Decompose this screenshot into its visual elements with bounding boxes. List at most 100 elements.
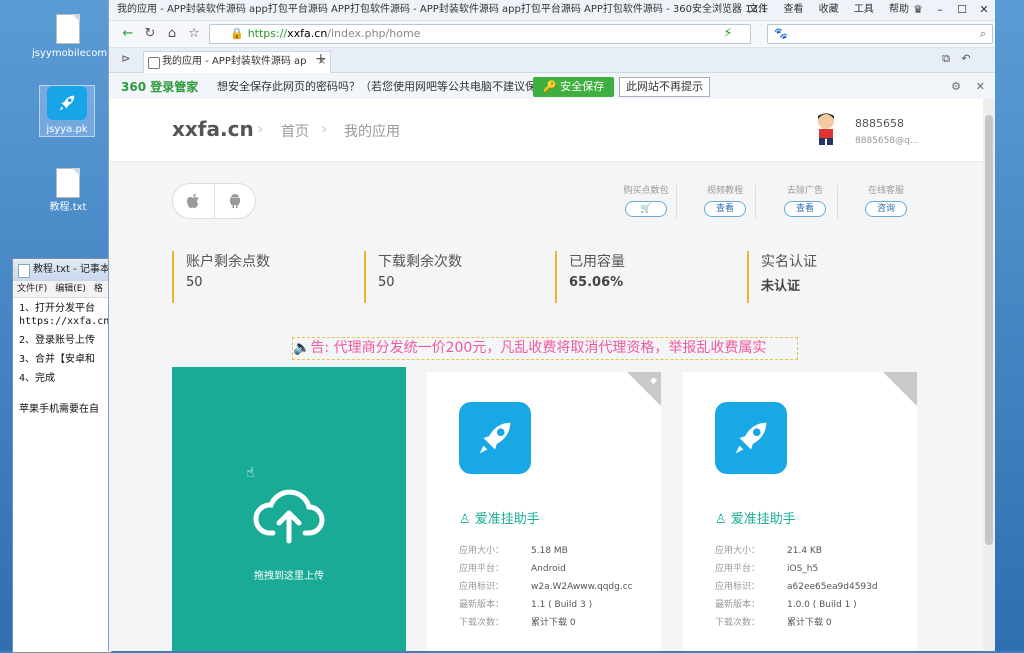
stat-value[interactable]: 未认证: [761, 275, 817, 294]
undo-icon[interactable]: ↶: [957, 50, 975, 68]
menu-item[interactable]: 编辑(E): [55, 284, 86, 294]
info-value: 累计下载 0: [787, 618, 832, 628]
app-name-text: 爱准挂助手: [730, 512, 796, 527]
window-title: 我的应用 - APP封装软件源码 app打包平台源码 APP打包软件源码 - A…: [117, 4, 768, 15]
address-bar[interactable]: 🔒 https://xxfa.cn/index.php/home: [209, 24, 751, 44]
stat-remaining-points: 账户剩余点数 50: [172, 251, 270, 303]
quick-link-label: 购买点数包: [623, 186, 669, 196]
menu-item[interactable]: 文件(F): [17, 284, 47, 294]
desktop-icon-label: jsyymobilecomig: [32, 48, 117, 59]
pw-logo: 360 登录管家: [121, 80, 199, 94]
restore-icon[interactable]: ⧉: [937, 50, 955, 68]
menu-tools[interactable]: 工具: [854, 4, 874, 15]
rocket-icon: [459, 402, 531, 474]
text-line: https://xxfa.cn: [19, 316, 110, 327]
quick-link-label: 去除广告: [786, 186, 823, 196]
never-ask-button[interactable]: 此网站不再提示: [619, 77, 710, 97]
text-line: 2、登录账号上传: [19, 335, 96, 346]
search-icon[interactable]: ⌕: [980, 25, 986, 43]
android-icon[interactable]: [215, 184, 256, 218]
gear-icon[interactable]: ⚙: [951, 73, 961, 101]
sidebar-toggle-icon[interactable]: ⊳: [117, 50, 135, 68]
info-key: 下载次数：: [715, 618, 761, 628]
stat-label: 账户剩余点数: [186, 254, 270, 270]
info-key: 应用标识：: [715, 582, 761, 592]
desktop-icon-txt[interactable]: 教程.txt: [32, 168, 104, 214]
maximize-icon[interactable]: ☐: [951, 0, 973, 20]
consult-button[interactable]: 咨询: [865, 201, 907, 217]
home-icon[interactable]: ⌂: [163, 25, 181, 43]
breadcrumb-home[interactable]: 首页: [281, 121, 309, 141]
menu-item[interactable]: 格: [94, 284, 103, 294]
divider: [676, 185, 677, 219]
back-icon[interactable]: ←: [119, 25, 137, 43]
stat-value: 50: [186, 275, 203, 290]
minimize-icon[interactable]: –: [929, 0, 951, 20]
cart-button[interactable]: 🛒: [625, 201, 667, 217]
tab-title: 我的应用 - APP封装软件源码 ap: [162, 56, 307, 67]
page-content: xxfa.cn › 首页 › 我的应用 8885658 8885658@q...…: [109, 99, 983, 651]
refresh-icon[interactable]: ↻: [141, 25, 159, 43]
scrollbar-thumb[interactable]: [985, 115, 993, 545]
lock-icon: 🔒: [230, 27, 244, 40]
user-name[interactable]: 8885658: [855, 117, 904, 130]
close-icon[interactable]: ✕: [976, 73, 985, 101]
text-line: 1、打开分发平台: [19, 303, 96, 314]
menu-help[interactable]: 帮助: [889, 4, 909, 15]
info-key: 应用平台：: [715, 564, 761, 574]
divider: [837, 185, 838, 219]
notepad-title: 教程.txt - 记事本: [13, 259, 111, 281]
app-info: 应用大小： 21.4 KB 应用平台： iOS_h5 应用标识： a62ee65ea9…: [715, 542, 878, 632]
android-icon: ◆: [650, 376, 657, 386]
skin-icon[interactable]: ♛: [907, 0, 929, 20]
menu-favorites[interactable]: 收藏: [819, 4, 839, 15]
breadcrumb-current: 我的应用: [344, 124, 400, 140]
desktop-icon-apk[interactable]: jsyya.pk: [39, 85, 95, 137]
avatar[interactable]: [811, 111, 841, 147]
info-row: 应用大小： 5.18 MB: [459, 542, 633, 560]
info-value: 累计下载 0: [531, 618, 576, 628]
navigation-bar: ← ↻ ⌂ ☆ 🔒 https://xxfa.cn/index.php/home …: [109, 21, 995, 48]
close-icon[interactable]: ✕: [973, 0, 995, 20]
search-box[interactable]: 🐾 ⌕: [767, 24, 993, 44]
star-icon[interactable]: ☆: [185, 25, 203, 43]
menu-view[interactable]: 查看: [783, 4, 803, 15]
menu-file[interactable]: 文件: [748, 4, 768, 15]
quick-link-label: 视频教程: [706, 186, 743, 196]
apple-icon[interactable]: [173, 184, 215, 218]
tab-my-apps[interactable]: 我的应用 - APP封装软件源码 ap ×: [143, 51, 331, 73]
info-row: 应用标识： w2a.W2Awww.qqdg.cc: [459, 578, 633, 596]
site-logo[interactable]: xxfa.cn: [172, 117, 254, 141]
info-value: w2a.W2Awww.qqdg.cc: [531, 582, 633, 592]
file-icon: [56, 168, 80, 198]
desktop-icon-file[interactable]: jsyymobilecomig: [32, 14, 117, 60]
safe-save-label: 安全保存: [560, 80, 605, 93]
pw-question: 想安全保存此网页的密码吗？（若您使用网吧等公共电脑不建议保存）: [217, 80, 558, 93]
speaker-icon: 🔈: [293, 340, 311, 356]
browser-window: 我的应用 - APP封装软件源码 app打包平台源码 APP打包软件源码 - A…: [108, 0, 995, 651]
upload-dropzone[interactable]: 拖拽到这里上传: [172, 367, 406, 651]
browser-titlebar: 我的应用 - APP封装软件源码 app打包平台源码 APP打包软件源码 - A…: [109, 0, 995, 21]
safe-save-button[interactable]: 🔑 安全保存: [533, 77, 615, 97]
divider: [755, 185, 756, 219]
stat-label: 已用容量: [569, 254, 625, 270]
view-tutorial-button[interactable]: 查看: [704, 201, 746, 217]
notepad-text[interactable]: 1、打开分发平台 https://xxfa.cn 2、登录账号上传 3、合并【安卓和 4…: [13, 298, 111, 420]
app-card[interactable]: ◆ ♙ 爱准挂助手 应用大小： 5.18 MB 应用平台： Android 应用标识…: [427, 372, 661, 651]
notepad-window[interactable]: 教程.txt - 记事本 文件(F) 编辑(E) 格 1、打开分发平台 https:/…: [12, 258, 112, 653]
text-line: 3、合并【安卓和: [19, 354, 96, 365]
address-scheme: https://: [247, 27, 288, 40]
app-name[interactable]: ♙ 爱准挂助手: [459, 508, 540, 527]
quick-link-label: 在线客服: [867, 186, 904, 196]
desktop-icon-label: jsyya.pk: [46, 124, 88, 135]
new-tab-icon[interactable]: +: [315, 51, 327, 67]
platform-corner: [883, 372, 917, 406]
view-remove-ads-button[interactable]: 查看: [784, 201, 826, 217]
info-value: 1.1 ( Build 3 ): [531, 600, 593, 610]
app-card[interactable]: ♙ 爱准挂助手 应用大小： 21.4 KB 应用平台： iOS_h5 应用标识： a6…: [683, 372, 917, 651]
speed-icon[interactable]: ⚡: [719, 25, 737, 43]
file-icon: [56, 14, 80, 44]
app-name[interactable]: ♙ 爱准挂助手: [715, 508, 796, 527]
page-scrollbar[interactable]: [983, 99, 995, 651]
app-info: 应用大小： 5.18 MB 应用平台： Android 应用标识： w2a.W2Aww…: [459, 542, 633, 632]
